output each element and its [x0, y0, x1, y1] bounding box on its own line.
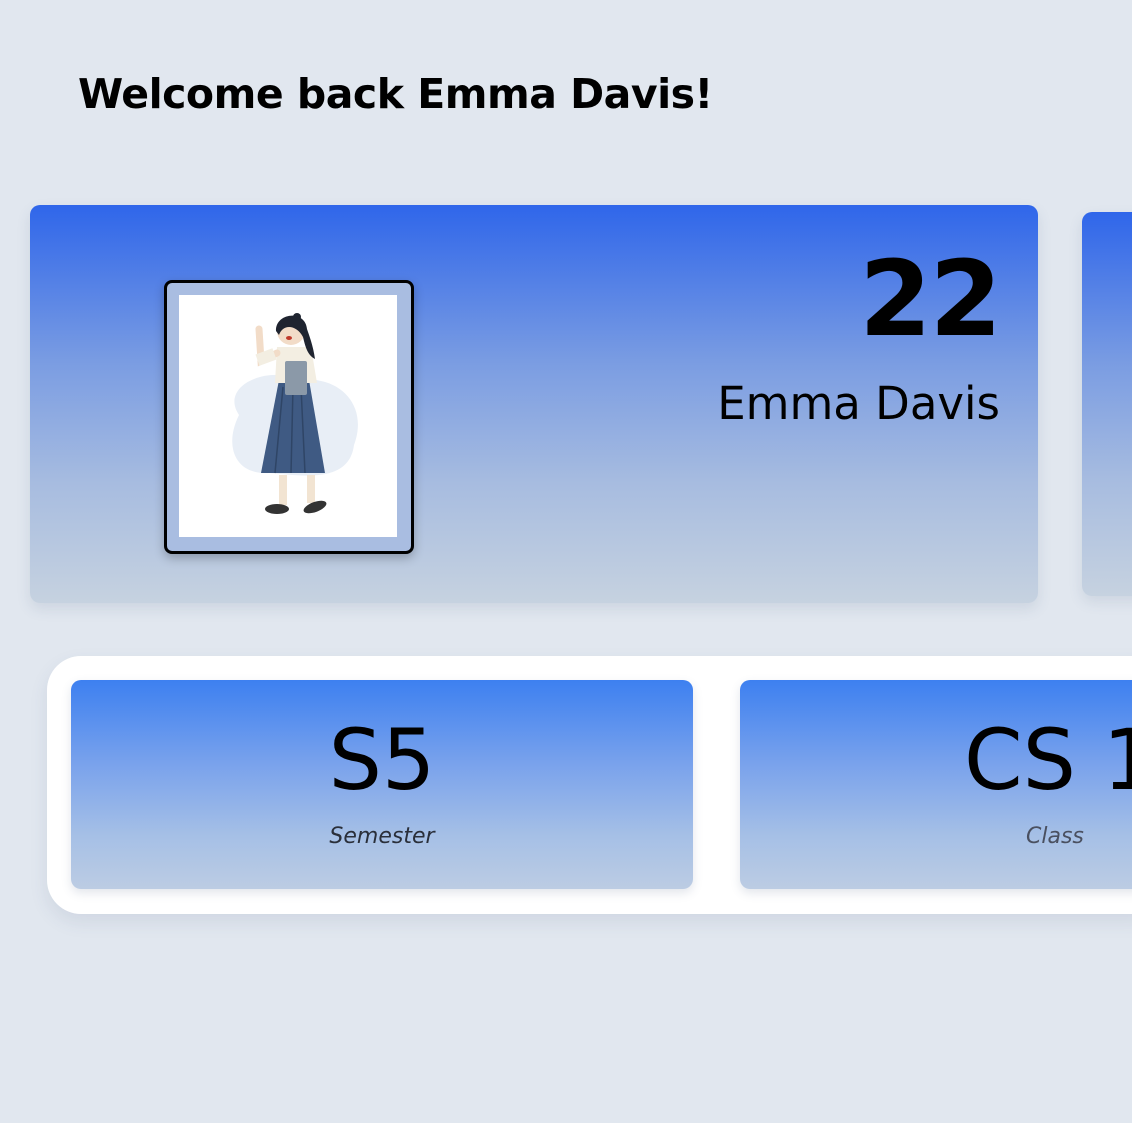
- semester-label: Semester: [329, 824, 435, 849]
- student-girl-illustration-icon: [232, 313, 358, 514]
- avatar[interactable]: [164, 280, 414, 554]
- student-name: Emma Davis: [717, 377, 1000, 430]
- dashboard-page: Welcome back Emma Davis! 22 Emma Davis S…: [0, 0, 1132, 1123]
- semester-card[interactable]: S5 Semester: [71, 680, 693, 889]
- welcome-heading: Welcome back Emma Davis!: [78, 70, 713, 118]
- class-card[interactable]: CS 1 Class: [740, 680, 1132, 889]
- profile-card[interactable]: 22 Emma Davis: [30, 205, 1038, 603]
- class-label: Class: [1026, 824, 1084, 849]
- stats-panel: S5 Semester CS 1 Class: [47, 656, 1132, 914]
- age-value: 22: [859, 238, 1002, 360]
- semester-value: S5: [328, 711, 436, 809]
- secondary-card[interactable]: [1082, 212, 1132, 596]
- avatar-image: [179, 295, 397, 537]
- class-value: CS 1: [964, 711, 1132, 809]
